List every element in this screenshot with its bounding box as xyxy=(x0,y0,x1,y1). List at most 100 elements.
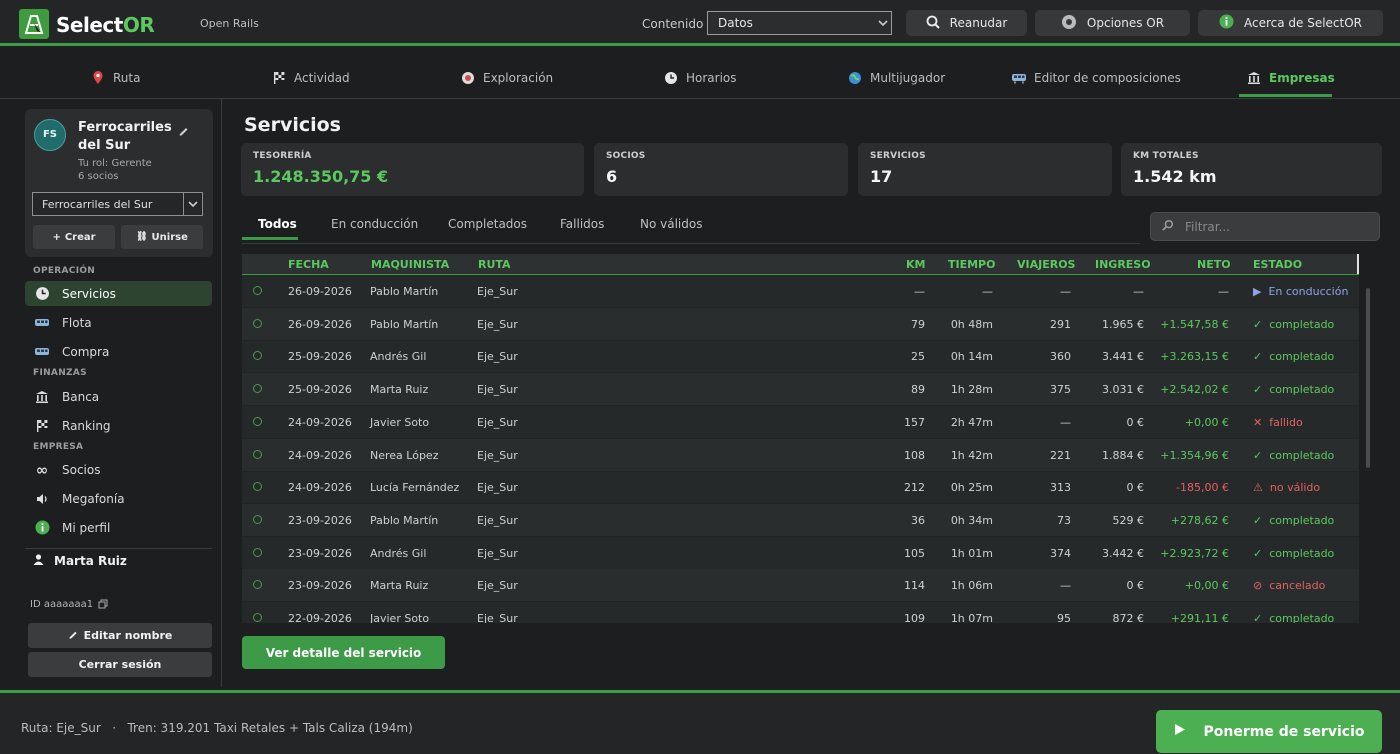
clock-icon xyxy=(33,285,51,303)
table-row[interactable]: 26-09-2026 Pablo Martín Eje_Sur 79 0h 48m 291… xyxy=(242,307,1359,341)
cell-time: 1h 06m xyxy=(950,579,993,593)
cell-income: — xyxy=(1133,285,1144,298)
content-select[interactable]: Datos xyxy=(707,11,875,35)
chevron-down-icon[interactable] xyxy=(184,192,203,216)
table-row[interactable]: 25-09-2026 Marta Ruiz Eje_Sur 89 1h 28m 375 3.… xyxy=(242,373,1359,407)
sidebar-item-compra[interactable]: Compra xyxy=(25,339,212,364)
table-row[interactable]: 22-09-2026 Javier Soto Eje_Sur 109 1h 07m 95 8… xyxy=(242,602,1359,623)
status-text: completado xyxy=(1269,612,1335,623)
col-km[interactable]: KM xyxy=(906,258,925,271)
sidebar-item-servicios[interactable]: Servicios xyxy=(25,281,212,306)
start-service-button[interactable]: Ponerme de servicio xyxy=(1156,710,1382,753)
sidebar-item-perfil[interactable]: Mi perfil xyxy=(25,515,212,540)
cell-time: 1h 42m xyxy=(950,448,993,462)
cell-time: 0h 48m xyxy=(950,317,993,331)
nav-horarios[interactable]: Horarios xyxy=(662,69,737,87)
info-icon xyxy=(1219,14,1234,32)
about-button[interactable]: Acerca de SelectOR xyxy=(1198,10,1383,36)
cell-driver: Javier Soto xyxy=(370,612,430,623)
cell-income: 529 € xyxy=(1112,513,1145,527)
tab-en-conduccion[interactable]: En conducción xyxy=(331,217,418,231)
nav-editor[interactable]: Editor de composiciones xyxy=(1010,69,1181,87)
sidebar-item-ranking[interactable]: Ranking xyxy=(25,413,212,438)
company-card: FS Ferrocarriles del Sur Tu rol: Gerente… xyxy=(25,109,213,257)
nav-ruta[interactable]: Ruta xyxy=(89,69,140,87)
chevron-down-icon[interactable] xyxy=(874,11,892,35)
cell-driver: Nerea López xyxy=(370,448,439,462)
edit-name-button[interactable]: Editar nombre xyxy=(28,623,212,648)
row-status-dot-icon xyxy=(253,286,262,295)
tab-todos[interactable]: Todos xyxy=(258,217,297,231)
cell-pax: 95 xyxy=(1057,612,1071,623)
status-icon: ✓ xyxy=(1253,350,1263,364)
nav-multijugador[interactable]: Multijugador xyxy=(846,69,945,87)
status-icon: ✓ xyxy=(1253,383,1263,397)
cell-km: 109 xyxy=(904,612,925,623)
col-tiempo[interactable]: TIEMPO xyxy=(948,258,995,271)
status-icon: ▶ xyxy=(1253,285,1262,298)
service-detail-button[interactable]: Ver detalle del servicio xyxy=(242,636,445,669)
sidebar-item-socios[interactable]: ∞ Socios xyxy=(25,457,212,482)
cell-driver: Andrés Gil xyxy=(370,546,427,560)
tab-completados[interactable]: Completados xyxy=(448,217,527,231)
cell-route: Eje_Sur xyxy=(477,546,518,560)
copy-icon[interactable] xyxy=(98,599,108,612)
table-row[interactable]: 26-09-2026 Pablo Martín Eje_Sur — — — — — ▶ En co… xyxy=(242,275,1359,308)
table-row[interactable]: 23-09-2026 Andrés Gil Eje_Sur 105 1h 01m 374 3… xyxy=(242,537,1359,570)
col-ruta[interactable]: RUTA xyxy=(478,258,511,271)
cell-driver: Pablo Martín xyxy=(370,513,439,527)
cell-status: ✕ fallido xyxy=(1253,416,1303,429)
table-row[interactable]: 23-09-2026 Pablo Martín Eje_Sur 36 0h 34m 73 5… xyxy=(242,503,1359,537)
col-viajeros[interactable]: VIAJEROS xyxy=(1017,258,1075,271)
table-row[interactable]: 25-09-2026 Andrés Gil Eje_Sur 25 0h 14m 360 3.… xyxy=(242,340,1359,374)
pencil-icon[interactable] xyxy=(178,121,189,140)
filter-input[interactable]: Filtrar... xyxy=(1150,212,1380,241)
sidebar-item-megafonia[interactable]: Megafonía xyxy=(25,486,212,511)
cell-route: Eje_Sur xyxy=(477,317,518,331)
sidebar-item-banca[interactable]: Banca xyxy=(25,384,212,409)
col-neto[interactable]: NETO xyxy=(1197,258,1231,271)
cell-driver: Lucía Fernández xyxy=(370,481,460,495)
cell-time: 0h 14m xyxy=(950,350,993,364)
app-subtitle: Open Rails xyxy=(200,17,259,30)
col-estado[interactable]: ESTADO xyxy=(1253,258,1302,271)
cell-km: 25 xyxy=(911,350,925,364)
table-row[interactable]: 24-09-2026 Lucía Fernández Eje_Sur 212 0h 25… xyxy=(242,471,1359,505)
app-name: SelectOR xyxy=(56,13,155,37)
row-status-dot-icon xyxy=(253,416,262,426)
cell-date: 23-09-2026 xyxy=(288,546,352,560)
cell-km: 108 xyxy=(904,448,925,462)
col-fecha[interactable]: FECHA xyxy=(288,258,329,271)
company-select[interactable]: Ferrocarriles del Sur xyxy=(32,192,184,216)
col-maquinista[interactable]: MAQUINISTA xyxy=(371,258,449,271)
row-status-dot-icon xyxy=(253,449,262,459)
resume-button[interactable]: Reanudar xyxy=(906,10,1027,36)
tab-no-validos[interactable]: No válidos xyxy=(640,217,702,231)
status-icon: ✓ xyxy=(1253,513,1263,527)
status-text: no válido xyxy=(1269,481,1321,495)
tab-fallidos[interactable]: Fallidos xyxy=(560,217,604,231)
table-row[interactable]: 24-09-2026 Javier Soto Eje_Sur 157 2h 47m — 0 … xyxy=(242,406,1359,439)
row-status-dot-icon xyxy=(253,580,262,590)
sidebar-item-flota[interactable]: Flota xyxy=(25,310,212,335)
cell-driver: Marta Ruiz xyxy=(370,383,429,397)
nav-actividad[interactable]: Actividad xyxy=(270,69,350,87)
join-company-button[interactable]: ⛓ Unirse xyxy=(121,225,203,249)
stat-services: SERVICIOS 17 xyxy=(858,143,1112,196)
logout-button[interactable]: Cerrar sesión xyxy=(28,652,212,677)
cell-net: +1.354,96 € xyxy=(1160,448,1229,462)
cell-date: 26-09-2026 xyxy=(288,285,352,298)
table-row[interactable]: 23-09-2026 Marta Ruiz Eje_Sur 114 1h 06m — 0 €… xyxy=(242,569,1359,603)
table-row[interactable]: 24-09-2026 Nerea López Eje_Sur 108 1h 42m 221… xyxy=(242,438,1359,472)
cell-net: +0,00 € xyxy=(1184,579,1229,593)
col-ingreso[interactable]: INGRESO xyxy=(1095,258,1151,271)
nav-empresas[interactable]: Empresas xyxy=(1245,69,1335,87)
cell-time: 1h 01m xyxy=(950,546,993,560)
cell-km: 89 xyxy=(911,383,925,397)
create-company-button[interactable]: + Crear xyxy=(33,225,115,249)
options-button[interactable]: Opciones OR xyxy=(1035,10,1190,36)
table-scrollbar[interactable] xyxy=(1366,288,1370,468)
nav-exploracion[interactable]: Exploración xyxy=(459,69,553,87)
compass-icon xyxy=(459,69,477,87)
cell-net: +1.547,58 € xyxy=(1160,317,1229,331)
